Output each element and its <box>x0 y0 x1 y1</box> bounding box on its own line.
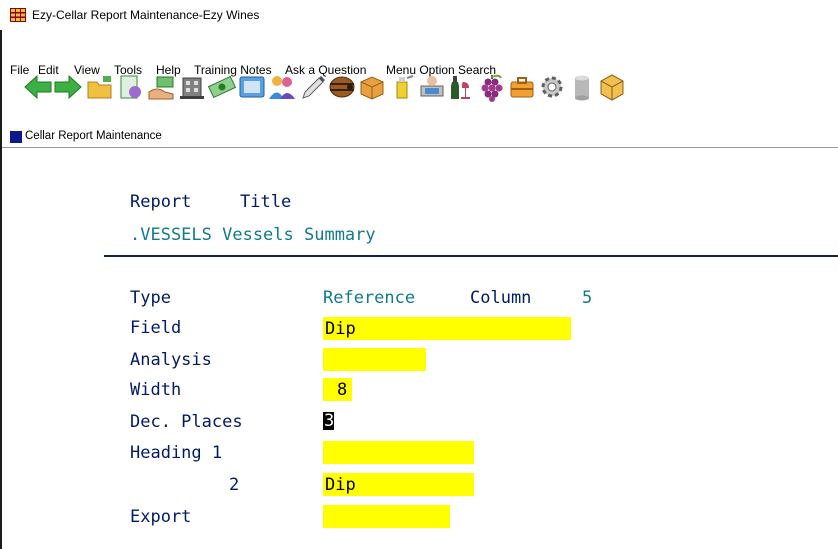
open-folder-icon[interactable] <box>85 72 115 102</box>
column-label: Column <box>470 288 532 308</box>
subwindow-title: Cellar Report Maintenance <box>25 130 162 142</box>
width-input[interactable]: 8 <box>323 378 352 401</box>
barrel-icon[interactable] <box>327 72 357 102</box>
dec-places-input[interactable]: 3 <box>323 411 335 431</box>
people-icon[interactable] <box>267 72 297 102</box>
analysis-label: Analysis <box>130 350 212 370</box>
type-label: Type <box>130 288 171 308</box>
wine-bottle-icon[interactable] <box>447 72 477 102</box>
export-label: Export <box>130 507 192 527</box>
subwindow-icon <box>10 131 22 143</box>
heading1-input[interactable] <box>323 441 474 464</box>
report-name: .VESSELS Vessels Summary <box>130 225 376 245</box>
gear-icon[interactable] <box>537 72 567 102</box>
heading2-value: Dip <box>325 475 356 495</box>
toolbar <box>5 52 838 122</box>
hand-money-icon[interactable] <box>147 72 177 102</box>
building-icon[interactable] <box>177 72 207 102</box>
title-header-label: Title <box>240 192 292 212</box>
menu-bar: File Edit View Tools Help Training Notes… <box>0 30 838 77</box>
dec-places-value: 3 <box>324 411 335 431</box>
export-input[interactable] <box>323 505 450 528</box>
dec-places-label: Dec. Places <box>130 412 243 432</box>
pen-icon[interactable] <box>297 72 327 102</box>
analysis-input[interactable] <box>323 348 426 371</box>
width-value: 8 <box>337 380 348 400</box>
type-value: Reference <box>323 288 416 308</box>
heading2-input[interactable]: Dip <box>323 473 474 496</box>
back-arrow-icon[interactable] <box>23 72 53 102</box>
grapes-icon[interactable] <box>477 72 507 102</box>
field-input[interactable]: Dip <box>323 317 571 340</box>
field-value: Dip <box>325 319 356 339</box>
cylinder-icon[interactable] <box>567 72 597 102</box>
id-card-icon[interactable] <box>237 72 267 102</box>
window-title: Ezy-Cellar Report Maintenance-Ezy Wines <box>32 8 260 22</box>
cube-icon[interactable] <box>597 72 627 102</box>
spray-icon[interactable] <box>387 72 417 102</box>
heading2-label: 2 <box>229 475 240 495</box>
report-header-label: Report <box>130 192 192 212</box>
title-bar: Ezy-Cellar Report Maintenance-Ezy Wines <box>0 0 838 30</box>
separator-line <box>104 255 838 257</box>
field-label: Field <box>130 318 182 338</box>
computer-user-icon[interactable] <box>417 72 447 102</box>
document-icon[interactable] <box>115 72 145 102</box>
forward-arrow-icon[interactable] <box>53 72 83 102</box>
box-icon[interactable] <box>357 72 387 102</box>
width-label: Width <box>130 380 182 400</box>
heading1-label: Heading 1 <box>130 443 223 463</box>
column-value: 5 <box>582 288 593 308</box>
app-grid-icon <box>10 8 26 22</box>
money-icon[interactable] <box>207 72 237 102</box>
briefcase-icon[interactable] <box>507 72 537 102</box>
